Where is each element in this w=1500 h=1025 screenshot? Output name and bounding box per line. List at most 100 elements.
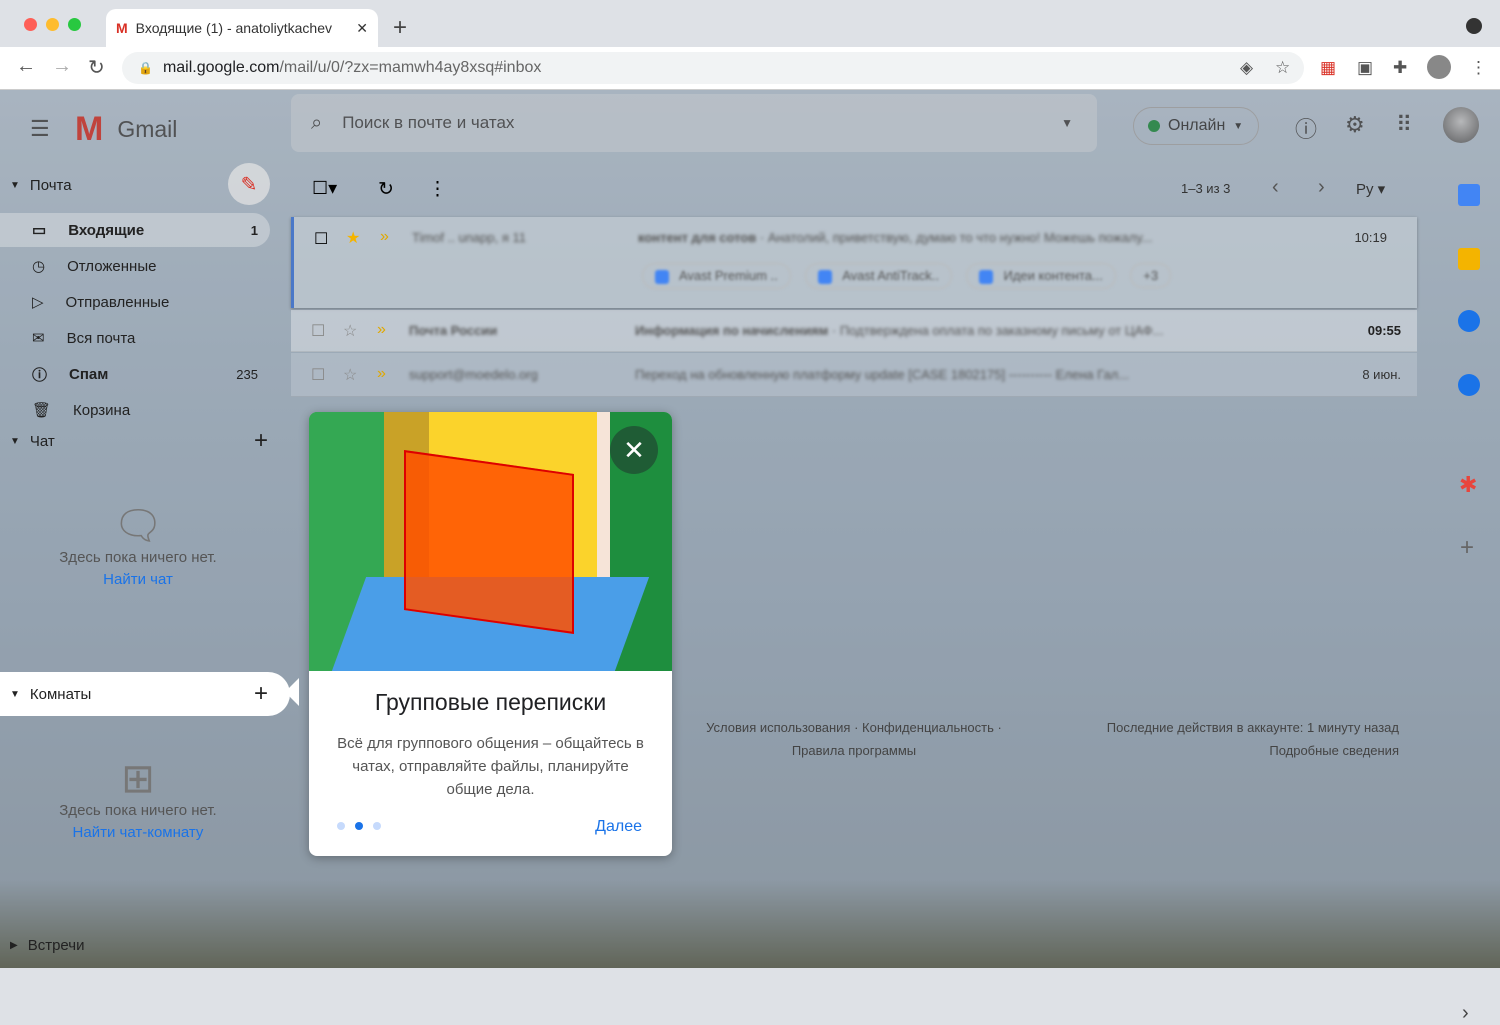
- prev-page-icon[interactable]: ‹: [1272, 176, 1279, 199]
- picture-in-picture-icon[interactable]: ▣: [1357, 58, 1373, 78]
- expand-panel-icon[interactable]: ›: [1462, 1002, 1469, 1025]
- find-room-link[interactable]: Найти чат-комнату: [0, 822, 276, 844]
- sidebar-item-all-mail[interactable]: ✉ Вся почта: [0, 321, 270, 355]
- menu-dots-icon[interactable]: ⋮: [1470, 58, 1487, 78]
- add-room-icon[interactable]: +: [254, 680, 268, 708]
- item-label: Корзина: [73, 402, 131, 419]
- attachment-chips: Avast Premium .. Avast AntiTrack.. Идеи …: [642, 263, 1181, 289]
- find-chat-link[interactable]: Найти чат: [0, 569, 276, 591]
- close-window-button[interactable]: [24, 18, 37, 31]
- sidebar-item-sent[interactable]: ▷ Отправленные: [0, 285, 270, 319]
- send-icon: ▷: [32, 294, 44, 311]
- calendar-icon[interactable]: [1458, 184, 1480, 206]
- forward-icon[interactable]: →: [52, 55, 72, 78]
- close-popup-button[interactable]: ✕: [610, 426, 658, 474]
- clock-icon: ◷: [32, 258, 46, 275]
- feature-popup: ✕ Групповые переписки Всё для группового…: [309, 412, 672, 856]
- browser-tab[interactable]: M Входящие (1) - anatoliytkachev ✕: [106, 9, 378, 47]
- add-chat-icon[interactable]: +: [254, 427, 268, 455]
- extension-icon[interactable]: ◈: [1240, 58, 1253, 78]
- minimize-window-button[interactable]: [46, 18, 59, 31]
- bookmark-star-icon[interactable]: ☆: [1275, 58, 1290, 78]
- compose-button[interactable]: ✎: [228, 163, 270, 205]
- attachment-chip[interactable]: Идеи контента...: [966, 263, 1116, 289]
- program-policy-link[interactable]: Правила программы: [690, 739, 1018, 762]
- popup-text: Всё для группового общения – общайтесь в…: [337, 735, 644, 798]
- email-sender: Почта России: [409, 323, 498, 338]
- terms-link[interactable]: Условия использования · Конфиденциальнос…: [690, 716, 1018, 739]
- expand-icon: ▶: [10, 939, 18, 951]
- rooms-section-header[interactable]: ▼ Комнаты +: [0, 672, 290, 716]
- chat-section-label: Чат: [29, 432, 55, 450]
- star-icon[interactable]: ★: [346, 228, 360, 248]
- sidebar-item-snoozed[interactable]: ◷ Отложенные: [0, 249, 270, 283]
- contacts-icon[interactable]: [1458, 374, 1480, 396]
- collapse-icon: ▼: [10, 435, 20, 447]
- star-outline-icon[interactable]: ☆: [343, 365, 357, 385]
- chat-empty-text: Здесь пока ничего нет.: [59, 549, 217, 566]
- email-snippet: Анатолий, приветствую, думаю то что нужн…: [767, 230, 1153, 245]
- details-link[interactable]: Подробные сведения: [1050, 739, 1399, 762]
- attachment-chip[interactable]: Avast AntiTrack..: [805, 263, 953, 289]
- importance-icon[interactable]: »: [377, 321, 386, 339]
- step-dot: [337, 822, 345, 830]
- meet-section-header[interactable]: ▶ Встречи: [0, 931, 84, 959]
- chat-section-header[interactable]: ▼ Чат +: [0, 427, 280, 455]
- keep-icon[interactable]: [1458, 248, 1480, 270]
- email-row[interactable]: ☐ ☆ » support@moedelo.org Переход на обно…: [291, 353, 1417, 397]
- collapse-icon: ▼: [10, 179, 20, 191]
- popup-pointer: [285, 678, 299, 706]
- step-dot-active: [355, 822, 363, 830]
- importance-icon[interactable]: »: [377, 365, 386, 383]
- row-checkbox[interactable]: ☐: [311, 365, 325, 385]
- sidebar-item-trash[interactable]: 🗑 Корзина: [0, 393, 270, 419]
- popup-step-indicator: [337, 822, 381, 830]
- next-button[interactable]: Далее: [595, 818, 642, 836]
- new-tab-button[interactable]: +: [393, 14, 407, 42]
- attachment-chip[interactable]: Avast Premium ..: [642, 263, 791, 289]
- star-outline-icon[interactable]: ☆: [343, 321, 357, 341]
- email-row[interactable]: ☐ ★ » Timof .. unapp, я 11 контент для со…: [291, 217, 1417, 308]
- tab-search-icon[interactable]: [1466, 18, 1482, 34]
- tasks-icon[interactable]: [1458, 310, 1480, 332]
- add-addon-icon[interactable]: +: [1460, 534, 1474, 562]
- addon-icon[interactable]: ✱: [1459, 472, 1477, 498]
- more-icon[interactable]: ⋮: [428, 178, 447, 201]
- close-tab-icon[interactable]: ✕: [356, 20, 368, 37]
- sidebar-item-spam[interactable]: ⓘ Спам 235: [0, 357, 270, 391]
- reload-icon[interactable]: ↻: [88, 55, 105, 80]
- mail-section-header[interactable]: ▼ Почта: [0, 171, 72, 199]
- email-subject: Информация по начислениям: [635, 323, 829, 338]
- select-all-checkbox[interactable]: ☐▾: [312, 178, 337, 199]
- chat-empty-state: 🗨 Здесь пока ничего нет. Найти чат: [0, 506, 276, 591]
- zoom-window-button[interactable]: [68, 18, 81, 31]
- email-sender: Timof .. unapp, я 11: [412, 230, 526, 245]
- browser-toolbar: ← → ↻ 🔒 mail.google.com/mail/u/0/?zx=mam…: [0, 47, 1500, 90]
- email-time: 10:19: [1354, 230, 1387, 245]
- lock-icon: 🔒: [138, 61, 153, 75]
- address-bar[interactable]: 🔒 mail.google.com/mail/u/0/?zx=mamwh4ay8…: [122, 52, 1304, 84]
- email-row[interactable]: ☐ ☆ » Почта России Информация по начислен…: [291, 310, 1417, 352]
- row-checkbox[interactable]: ☐: [314, 229, 328, 249]
- sidebar-item-inbox[interactable]: ▭ Входящие 1: [0, 213, 270, 247]
- row-checkbox[interactable]: ☐: [311, 321, 325, 341]
- more-attachments[interactable]: +3: [1130, 263, 1172, 288]
- gmail-favicon: M: [116, 20, 128, 36]
- back-icon[interactable]: ←: [16, 55, 36, 78]
- popup-title: Групповые переписки: [374, 689, 607, 715]
- popup-illustration: ✕: [309, 412, 672, 671]
- last-activity-text: Последние действия в аккаунте: 1 минуту …: [1106, 720, 1399, 735]
- extensions-puzzle-icon[interactable]: ✚: [1393, 58, 1407, 78]
- email-snippet: ---------- Елена Гал...: [1008, 367, 1130, 382]
- account-activity: Последние действия в аккаунте: 1 минуту …: [1050, 716, 1399, 762]
- email-subject: Переход на обновленную платформу update …: [635, 367, 1006, 382]
- email-subject: контент для сотов: [638, 230, 757, 245]
- refresh-icon[interactable]: ↻: [378, 178, 394, 201]
- calendar-extension-icon[interactable]: ▦: [1320, 58, 1336, 78]
- rooms-grid-icon: ⊞: [121, 757, 155, 801]
- importance-icon[interactable]: »: [380, 228, 389, 246]
- next-page-icon[interactable]: ›: [1318, 176, 1325, 199]
- input-language-button[interactable]: Ру ▾: [1356, 180, 1385, 198]
- spam-icon: ⓘ: [32, 366, 48, 384]
- profile-avatar[interactable]: [1427, 55, 1451, 79]
